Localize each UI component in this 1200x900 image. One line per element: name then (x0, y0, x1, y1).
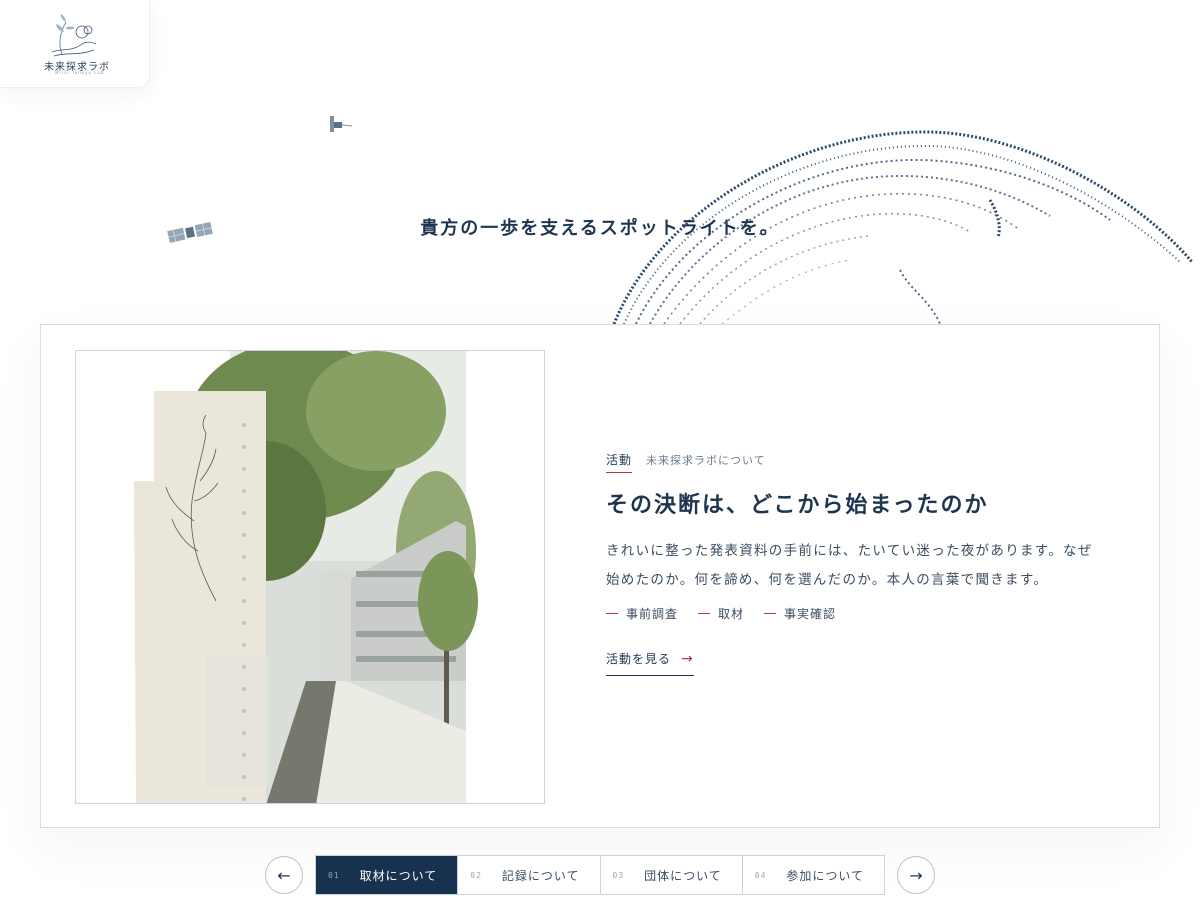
tab-number: 04 (754, 870, 767, 880)
tab-participation[interactable]: 04 参加について (743, 856, 884, 894)
section-tabs: 01 取材について 02 記録について 03 団体について 04 参加について (315, 855, 885, 895)
category-label[interactable]: 活動 (606, 451, 633, 473)
feature-body: きれいに整った発表資料の手前には、たいてい迷った夜があります。なぜ始めたのか。何… (606, 543, 1093, 588)
arrow-right-icon: → (909, 865, 923, 885)
feature-card: 活動 未来探求ラボについて その決断は、どこから始まったのか きれいに整った発表… (40, 324, 1160, 828)
tag-item: 事実確認 (764, 605, 836, 622)
tab-label: 団体について (644, 868, 722, 883)
feature-headline: その決断は、どこから始まったのか (606, 493, 989, 518)
tab-label: 記録について (501, 868, 580, 883)
tab-records[interactable]: 02 記録について (458, 856, 601, 894)
next-button[interactable]: → (897, 856, 935, 894)
tab-number: 02 (470, 870, 482, 880)
feature-photo (75, 350, 545, 804)
tab-label: 取材について (359, 868, 438, 883)
category-row: 活動 未来探求ラボについて (606, 451, 1126, 473)
tab-number: 01 (328, 870, 340, 880)
tab-label: 参加について (786, 868, 865, 883)
tab-interview[interactable]: 01 取材について (316, 856, 459, 894)
building-collage-image (76, 351, 544, 803)
arrow-right-icon: → (681, 650, 694, 667)
tag-list: 事前調査 取材 事実確認 (606, 605, 1126, 622)
hero-tagline: 貴方の一歩を支えるスポットライトを。 (420, 218, 780, 239)
arrow-left-icon: ← (277, 865, 291, 885)
dash-icon (606, 613, 618, 614)
sprout-logo-icon (51, 14, 97, 57)
tag-label: 取材 (718, 607, 745, 621)
feature-content: 活動 未来探求ラボについて その決断は、どこから始まったのか きれいに整った発表… (606, 451, 1126, 676)
tag-label: 事前調査 (626, 607, 679, 621)
link-label: 活動を見る (606, 652, 672, 666)
dash-icon (764, 613, 777, 614)
tag-item: 取材 (698, 605, 744, 622)
dash-icon (698, 613, 711, 614)
tag-label: 事実確認 (784, 607, 837, 621)
prev-button[interactable]: ← (265, 856, 303, 894)
logo-card[interactable]: 未来探求ラボ Mirai Tankyu Lab (0, 0, 150, 88)
subcategory-label: 未来探求ラボについて (646, 454, 766, 467)
tag-item: 事前調査 (606, 605, 678, 622)
tab-organization[interactable]: 03 団体について (601, 856, 743, 894)
satellite-icon (330, 116, 353, 132)
tab-number: 03 (612, 870, 625, 880)
view-activity-link[interactable]: 活動を見る → (606, 650, 694, 676)
logo-subtext: Mirai Tankyu Lab (55, 70, 105, 75)
